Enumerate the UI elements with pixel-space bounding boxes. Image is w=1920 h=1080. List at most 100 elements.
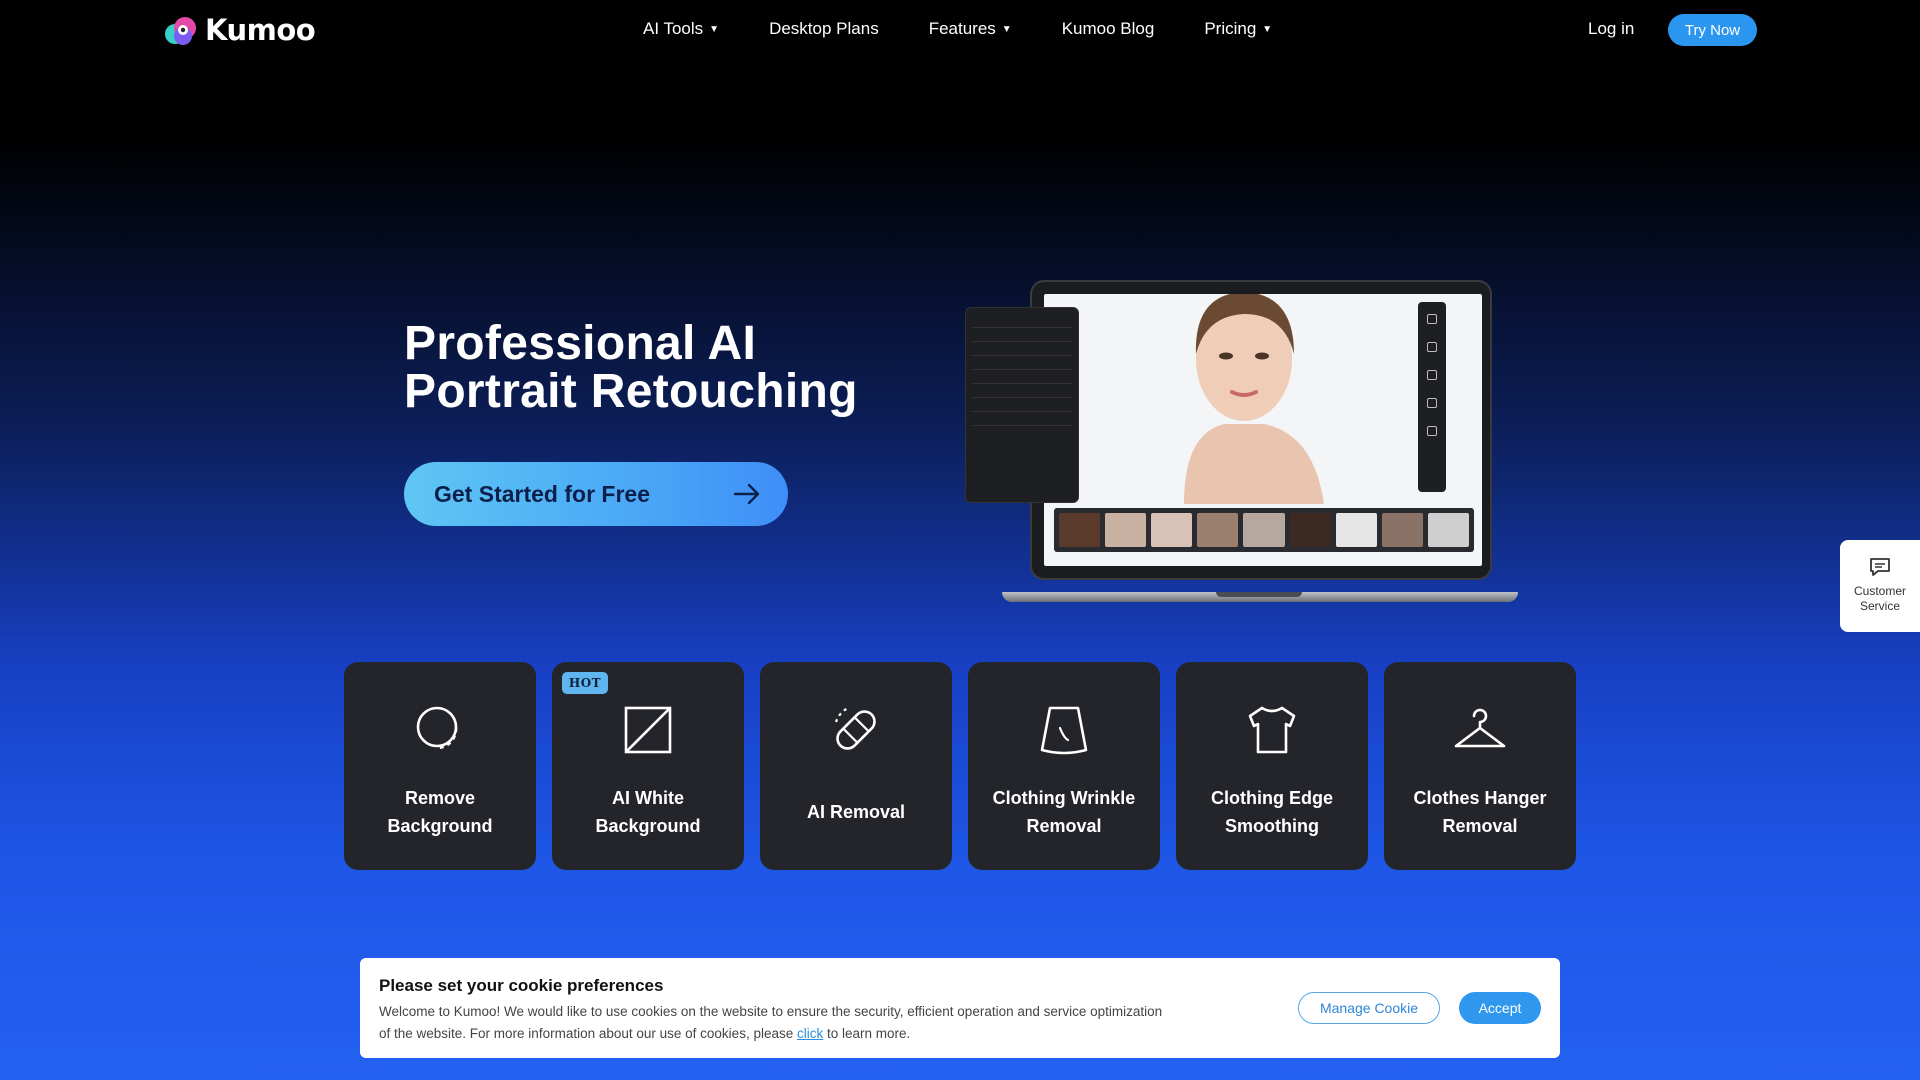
caret-down-icon: ▼ [1262,23,1273,35]
bandage-icon [834,707,876,750]
adjust-tool-icon [1427,314,1437,324]
thumbnail [1381,513,1423,547]
tool-card-label-line1: AI Removal [806,802,906,822]
laptop-screen [1044,294,1482,566]
panel-row [972,390,1072,398]
panel-row [972,320,1072,328]
customer-service-line2: Service [1859,599,1900,613]
thumbnail [1243,513,1285,547]
logo[interactable]: Kumoo [163,13,316,47]
thumbnail-strip [1054,508,1474,552]
nav-kumoo-blog-label: Kumoo Blog [1061,19,1155,38]
laptop-notch [1216,592,1302,597]
tool-card-ai-white-background[interactable]: HOT AI White Background [552,662,744,870]
brand-name: Kumoo [205,13,316,47]
cookie-banner: Please set your cookie preferences Welco… [360,958,1560,1058]
tool-card-label-line1: Clothing Wrinkle [992,788,1136,808]
portrait-image [1184,294,1324,504]
tool-card-label-line1: Clothes Hanger [1413,788,1547,808]
tool-card-label: Clothing Edge Smoothing [1176,784,1368,840]
tool-card-label-line1: Remove [404,788,476,808]
chat-icon [1870,558,1890,576]
tool-card-label: AI Removal [760,798,952,826]
get-started-button[interactable]: Get Started for Free [404,462,788,526]
nav-ai-tools[interactable]: AI Tools ▼ [643,19,719,39]
top-nav: Kumoo AI Tools ▼ Desktop Plans Features … [0,0,1920,60]
nav-ai-tools-label: AI Tools [643,19,704,38]
nav-kumoo-blog[interactable]: Kumoo Blog [1062,19,1155,39]
tool-card-clothing-wrinkle-removal[interactable]: Clothing Wrinkle Removal [968,662,1160,870]
thumbnail [1335,513,1377,547]
thumbnail [1197,513,1239,547]
hero-title-line1: Professional AI [404,317,757,370]
thumbnail [1427,513,1469,547]
tool-card-label-line1: AI White [612,788,684,808]
customer-service-widget[interactable]: Customer Service [1840,540,1920,632]
caret-down-icon: ▼ [709,23,720,35]
nav-pricing[interactable]: Pricing ▼ [1204,19,1272,39]
nav-features-label: Features [928,19,996,38]
try-now-button[interactable]: Try Now [1668,14,1757,46]
get-started-label: Get Started for Free [434,480,650,507]
hot-badge: HOT [562,672,608,694]
panel-row [972,362,1072,370]
thumbnail [1059,513,1101,547]
cookie-text-after-link: to learn more. [823,1026,911,1041]
laptop-screen-frame [1030,280,1492,580]
tool-card-label: Clothing Wrinkle Removal [968,784,1160,840]
shirt-tool-icon [1427,398,1437,408]
manage-cookie-button[interactable]: Manage Cookie [1298,992,1440,1024]
nav-pricing-label: Pricing [1204,19,1257,38]
tool-card-clothes-hanger-removal[interactable]: Clothes Hanger Removal [1384,662,1576,870]
skirt-icon [1040,706,1088,755]
nav-desktop-plans-label: Desktop Plans [769,19,879,38]
crop-tool-icon [1427,426,1437,436]
remove-background-icon [416,706,458,750]
tool-card-label: AI White Background [552,784,744,840]
hero-title: Professional AI Portrait Retouching [404,320,858,416]
tool-card-label-line1: Clothing Edge [1211,788,1333,808]
thumbnail [1151,513,1193,547]
cookie-text-line2: of the website. For more information abo… [379,1023,1219,1045]
nav-desktop-plans[interactable]: Desktop Plans [769,19,879,39]
cookie-text-line1: Welcome to Kumoo! We would like to use c… [379,1004,1163,1019]
tool-card-label: Clothes Hanger Removal [1384,784,1576,840]
tool-card-label-line2: Smoothing [1225,816,1319,836]
panel-row [972,418,1072,426]
customer-service-line1: Customer [1853,584,1906,598]
shirt-icon [1248,706,1296,754]
tool-card-label: Remove Background [344,784,536,840]
brush-tool-icon [1427,370,1437,380]
panel-row [972,404,1072,412]
cookie-text: Welcome to Kumoo! We would like to use c… [379,1001,1219,1045]
kumoo-logo-icon [165,17,196,45]
cookie-text-before-link: of the website. For more information abo… [379,1026,797,1041]
tool-cards: Remove Background HOT AI White Backgroun… [344,662,1576,870]
tool-card-label-line2: Removal [1442,816,1518,836]
tool-card-remove-background[interactable]: Remove Background [344,662,536,870]
retouch-panel [965,307,1079,503]
tool-card-label-line2: Removal [1026,816,1102,836]
cookie-learn-more-link[interactable]: click [797,1026,823,1041]
panel-row [972,348,1072,356]
tool-card-clothing-edge-smoothing[interactable]: Clothing Edge Smoothing [1176,662,1368,870]
caret-down-icon: ▼ [1001,23,1012,35]
main-menu: AI Tools ▼ Desktop Plans Features ▼ Kumo… [643,19,1272,39]
thumbnail [1105,513,1147,547]
cookie-title: Please set your cookie preferences [379,976,664,995]
thumbnail [1289,513,1331,547]
nav-features[interactable]: Features ▼ [929,19,1012,39]
login-link[interactable]: Log in [1588,19,1634,39]
face-tool-icon [1427,342,1437,352]
laptop-illustration [965,244,1520,604]
arrow-right-icon [733,483,760,505]
tool-card-label-line2: Background [387,816,493,836]
editor-toolbar [1418,302,1446,492]
panel-row [972,376,1072,384]
hero-title-line2: Portrait Retouching [404,365,858,418]
tool-card-ai-removal[interactable]: AI Removal [760,662,952,870]
tool-card-label-line2: Background [595,816,701,836]
accept-cookie-button[interactable]: Accept [1459,992,1541,1024]
white-background-icon [624,706,672,754]
hanger-icon [1454,708,1506,748]
